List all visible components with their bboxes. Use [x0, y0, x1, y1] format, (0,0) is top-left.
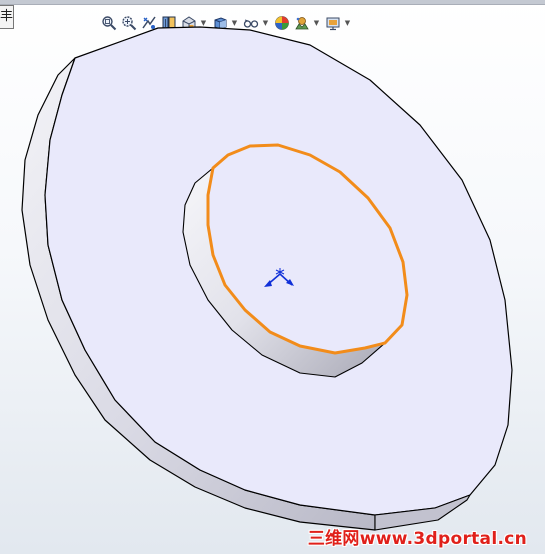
graphics-area[interactable]: [0, 0, 545, 554]
watermark-text: 三维网www.3dportal.cn: [307, 529, 527, 549]
